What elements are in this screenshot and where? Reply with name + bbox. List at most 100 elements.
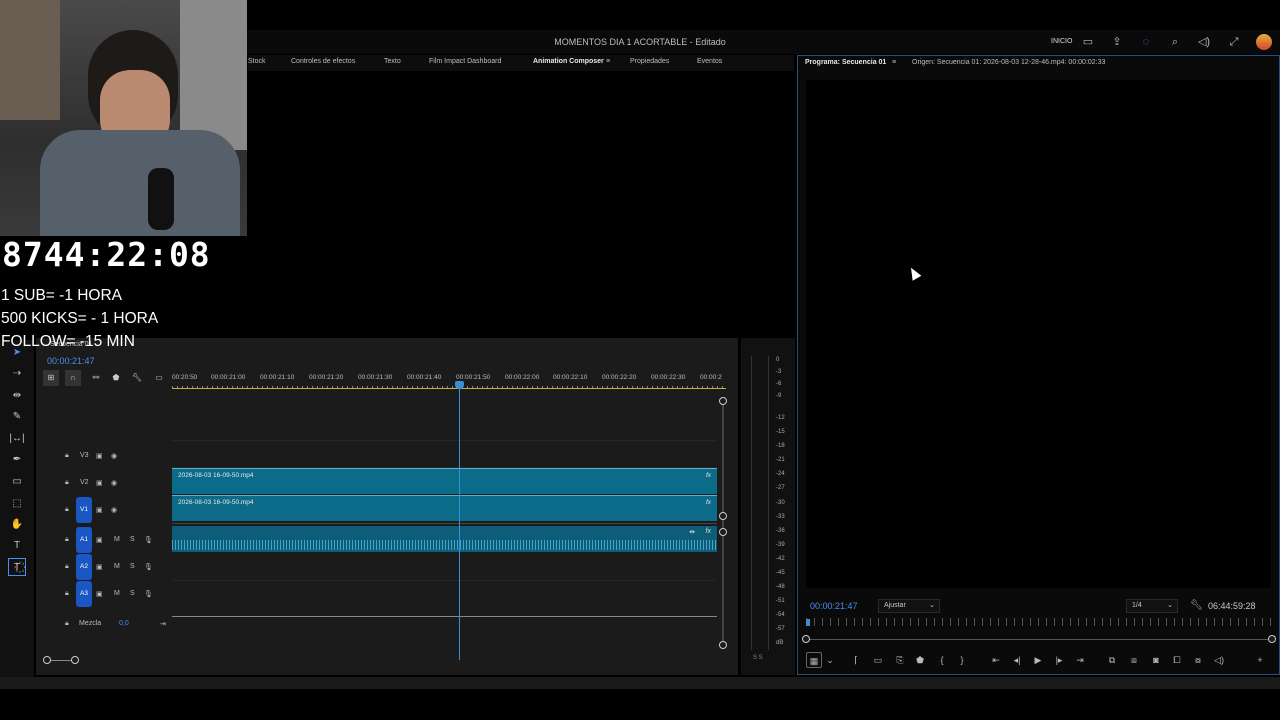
fit-select[interactable]: Ajustar ⌄ [878, 599, 940, 613]
solo-button[interactable]: S [130, 563, 135, 570]
scroll-handle-mid2[interactable] [719, 528, 727, 536]
tab-events[interactable]: Eventos [697, 58, 722, 65]
add-marker-icon[interactable]: ⬟ [912, 652, 928, 668]
go-to-in-icon[interactable]: ⇤ [988, 652, 1004, 668]
program-ruler[interactable] [806, 618, 1272, 626]
add-button-icon[interactable]: + [1252, 652, 1268, 668]
nest-icon[interactable]: ⊞ [43, 370, 59, 386]
track-label-a3[interactable]: A3 [76, 581, 92, 607]
film-icon[interactable]: ▣ [96, 452, 103, 460]
mute-button[interactable]: M [114, 563, 120, 570]
sync-icon[interactable]: ▣ [96, 563, 103, 571]
program-menu-icon[interactable]: ≡ [892, 59, 896, 66]
solo-button[interactable]: S [130, 536, 135, 543]
timeline-timecode[interactable]: 00:00:21:47 [47, 356, 95, 366]
marker-grid-icon[interactable]: ▦ [806, 652, 822, 668]
tab-film-impact[interactable]: Film Impact Dashboard [429, 58, 501, 65]
pen-tool-icon[interactable]: ✒ [8, 451, 26, 469]
eye-icon[interactable]: ◉ [111, 479, 117, 487]
go-to-out-icon[interactable]: ⇥ [1072, 652, 1088, 668]
sync-icon[interactable]: ▣ [96, 536, 103, 544]
search-icon[interactable]: ⌕ [1167, 34, 1183, 50]
tab-program[interactable]: Programa: Secuencia 01 [805, 59, 886, 66]
track-label-v1[interactable]: V1 [76, 497, 92, 523]
track-label-a1[interactable]: A1 [76, 527, 92, 553]
scroll-handle-right[interactable] [71, 656, 79, 664]
slip-tool-icon[interactable]: |↔| [8, 430, 26, 448]
timeline-horizontal-scrollbar[interactable] [43, 656, 79, 664]
tab-animation-composer[interactable]: Animation Composer [533, 58, 604, 65]
razor-tool-icon[interactable]: ✎ [8, 408, 26, 426]
lift-icon[interactable]: ⎘ [892, 652, 908, 668]
mark-out-brace-icon[interactable]: } [954, 652, 970, 668]
progress-icon[interactable]: ◌ [1138, 34, 1154, 50]
lock-icon[interactable]: 🔒︎ [65, 620, 69, 628]
mic-icon[interactable]: 🎙︎ [144, 590, 153, 598]
captions-icon[interactable]: ▭ [151, 370, 167, 386]
track-select-tool-icon[interactable]: ⇢ [8, 365, 26, 383]
tab-effect-controls[interactable]: Controles de efectos [291, 58, 355, 65]
mix-value[interactable]: 0,0 [119, 620, 129, 627]
track-label-a2[interactable]: A2 [76, 554, 92, 580]
time-ruler[interactable]: 00:20:50 00:00:21:00 00:00:21:10 00:00:2… [172, 370, 726, 390]
scroll-handle-bottom[interactable] [719, 641, 727, 649]
lock-icon[interactable]: 🔒︎ [65, 536, 69, 544]
play-icon[interactable]: ▶ [1030, 652, 1046, 668]
eye-icon[interactable]: ◉ [111, 452, 117, 460]
go-to-end-icon[interactable]: ⇥ [160, 620, 166, 628]
scroll-handle-mid[interactable] [719, 512, 727, 520]
tab-source[interactable]: Origen: Secuencia 01: 2026-08-03 12-28-4… [912, 59, 1105, 66]
lock-icon[interactable]: 🔒︎ [65, 590, 69, 598]
eye-icon[interactable]: ◉ [111, 506, 117, 514]
mic-icon[interactable]: 🎙︎ [144, 563, 153, 571]
program-zoom-scroll[interactable] [802, 635, 1276, 643]
add-marker-icon[interactable]: ⬟ [108, 370, 124, 386]
program-playhead[interactable] [806, 619, 810, 626]
wrench-icon[interactable]: 🔧︎ [129, 370, 145, 386]
rectangle-tool-icon[interactable]: ▭ [8, 473, 26, 491]
program-video[interactable] [806, 80, 1271, 588]
clip-v1[interactable]: 2026-08-03 16-09-50.mp4 fx [172, 495, 717, 521]
tab-properties[interactable]: Propiedades [630, 58, 669, 65]
program-timecode[interactable]: 00:00:21:47 [810, 601, 858, 611]
overwrite-icon[interactable]: ⧈ [1126, 652, 1142, 668]
lock-icon[interactable]: 🔒︎ [65, 563, 69, 571]
tab-stock[interactable]: Stock [248, 58, 266, 65]
step-forward-icon[interactable]: |▸ [1051, 652, 1067, 668]
ripple-edit-tool-icon[interactable]: ⇹ [8, 387, 26, 405]
solo-button[interactable]: S [130, 590, 135, 597]
inicio-button[interactable]: INICIO [1051, 38, 1072, 45]
meter-solo-buttons[interactable]: S S [753, 655, 763, 661]
type-tool-icon[interactable]: T [8, 537, 26, 555]
compare-icon[interactable]: ⧠ [1169, 652, 1185, 668]
mic-icon[interactable]: 🎙︎ [144, 536, 153, 544]
step-back-icon[interactable]: ◂| [1009, 652, 1025, 668]
avatar[interactable] [1256, 34, 1272, 50]
tracks-area[interactable]: 2026-08-03 16-09-50.mp4 fx 2026-08-03 16… [172, 390, 717, 660]
sync-icon[interactable]: ▣ [96, 590, 103, 598]
audio-clip-a1[interactable]: ⇹ fx [172, 526, 717, 552]
shape-tool-icon[interactable]: ⬚ [8, 495, 26, 513]
chevron-down-icon[interactable]: ⌄ [822, 652, 838, 668]
audio-icon[interactable]: ◁) [1211, 652, 1227, 668]
mute-button[interactable]: M [114, 590, 120, 597]
mark-in-brace-icon[interactable]: { [934, 652, 950, 668]
volume-icon[interactable]: ◁) [1196, 34, 1212, 50]
scroll-handle-right[interactable] [1268, 635, 1276, 643]
resolution-select[interactable]: 1/4 ⌄ [1126, 599, 1178, 613]
clip-v2[interactable]: 2026-08-03 16-09-50.mp4 fx [172, 468, 717, 494]
film-icon[interactable]: ▣ [96, 506, 103, 514]
lock-icon[interactable]: 🔒︎ [65, 479, 69, 487]
caption-tool-icon[interactable]: T꙰ [8, 558, 26, 576]
linked-selection-icon[interactable]: ⚯ [88, 370, 104, 386]
scroll-handle-left[interactable] [43, 656, 51, 664]
scroll-handle-left[interactable] [802, 635, 810, 643]
track-label-v2[interactable]: V2 [80, 479, 89, 486]
lock-icon[interactable]: 🔒︎ [65, 506, 69, 514]
timeline-vertical-scrollbar[interactable] [719, 397, 727, 649]
fullscreen-icon[interactable]: ⤢ [1226, 34, 1242, 50]
scroll-handle-top[interactable] [719, 397, 727, 405]
trim-icon[interactable]: ⧇ [1190, 652, 1206, 668]
export-icon[interactable]: ⇪ [1109, 34, 1125, 50]
panel-icon[interactable]: ▭ [1080, 34, 1096, 50]
